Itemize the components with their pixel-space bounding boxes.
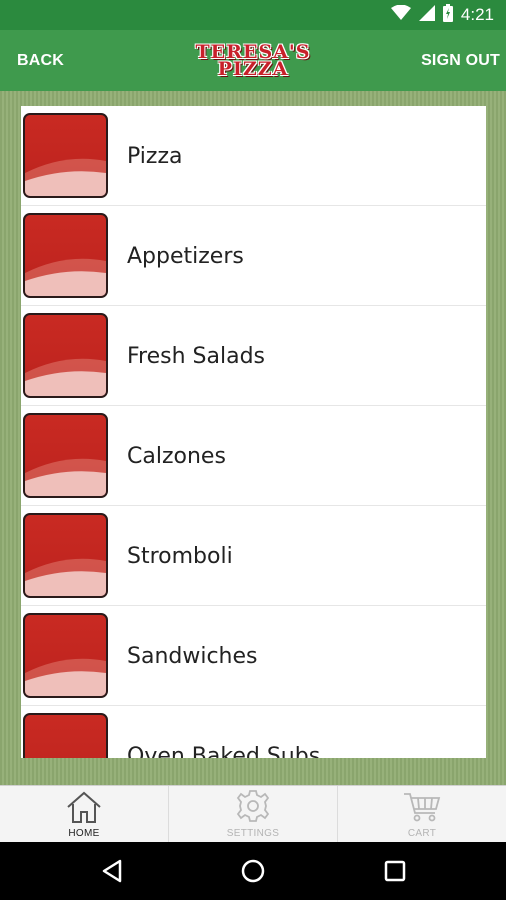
category-thumbnail — [23, 213, 108, 298]
system-navigation-bar — [0, 842, 506, 900]
category-thumbnail — [23, 513, 108, 598]
wifi-icon — [390, 4, 411, 26]
menu-item-oven-baked-subs[interactable]: Oven Baked Subs — [21, 706, 486, 758]
menu-item-stromboli[interactable]: Stromboli — [21, 506, 486, 606]
gear-icon — [236, 790, 270, 822]
menu-item-label: Calzones — [127, 443, 226, 469]
tab-label: SETTINGS — [226, 828, 280, 839]
menu-item-pizza[interactable]: Pizza — [21, 106, 486, 206]
menu-item-label: Stromboli — [127, 543, 233, 569]
menu-item-label: Appetizers — [127, 243, 244, 269]
nav-recents-button[interactable] — [380, 856, 410, 886]
nav-back-button[interactable] — [97, 856, 127, 886]
tab-label: HOME — [68, 828, 100, 839]
sign-out-button[interactable]: SIGN OUT — [421, 30, 500, 91]
menu-category-list[interactable]: Pizza Appetizers Fresh Salads Calzones S… — [21, 106, 486, 758]
status-icons: 4:21 — [390, 0, 494, 30]
tab-settings[interactable]: SETTINGS — [168, 786, 337, 842]
battery-icon — [442, 3, 453, 27]
menu-item-fresh-salads[interactable]: Fresh Salads — [21, 306, 486, 406]
teresas-pizza-logo: TERESA'S PIZZA — [185, 39, 321, 83]
cellular-signal-icon — [418, 4, 435, 26]
tab-cart[interactable]: CART — [337, 786, 506, 842]
bottom-tab-bar: HOME SETTINGS CART — [0, 785, 506, 842]
category-thumbnail — [23, 313, 108, 398]
menu-item-appetizers[interactable]: Appetizers — [21, 206, 486, 306]
category-thumbnail — [23, 113, 108, 198]
home-icon — [67, 791, 101, 823]
menu-item-calzones[interactable]: Calzones — [21, 406, 486, 506]
menu-item-label: Sandwiches — [127, 643, 258, 669]
back-button[interactable]: BACK — [17, 30, 64, 91]
recents-square-icon — [384, 860, 406, 882]
status-time: 4:21 — [460, 5, 494, 24]
cart-icon — [404, 793, 441, 822]
app-header: BACK TERESA'S PIZZA SIGN OUT — [0, 30, 506, 91]
home-circle-icon — [241, 859, 265, 883]
back-triangle-icon — [102, 859, 122, 883]
menu-item-sandwiches[interactable]: Sandwiches — [21, 606, 486, 706]
menu-item-label: Pizza — [127, 143, 183, 169]
tab-label: CART — [407, 828, 437, 839]
menu-item-label: Oven Baked Subs — [127, 743, 321, 759]
category-thumbnail — [23, 713, 108, 758]
status-bar: 4:21 — [0, 0, 506, 30]
tab-home[interactable]: HOME — [0, 786, 168, 842]
logo-line-2: PIZZA — [217, 58, 289, 80]
nav-home-button[interactable] — [238, 856, 268, 886]
category-thumbnail — [23, 413, 108, 498]
category-thumbnail — [23, 613, 108, 698]
menu-item-label: Fresh Salads — [127, 343, 266, 369]
